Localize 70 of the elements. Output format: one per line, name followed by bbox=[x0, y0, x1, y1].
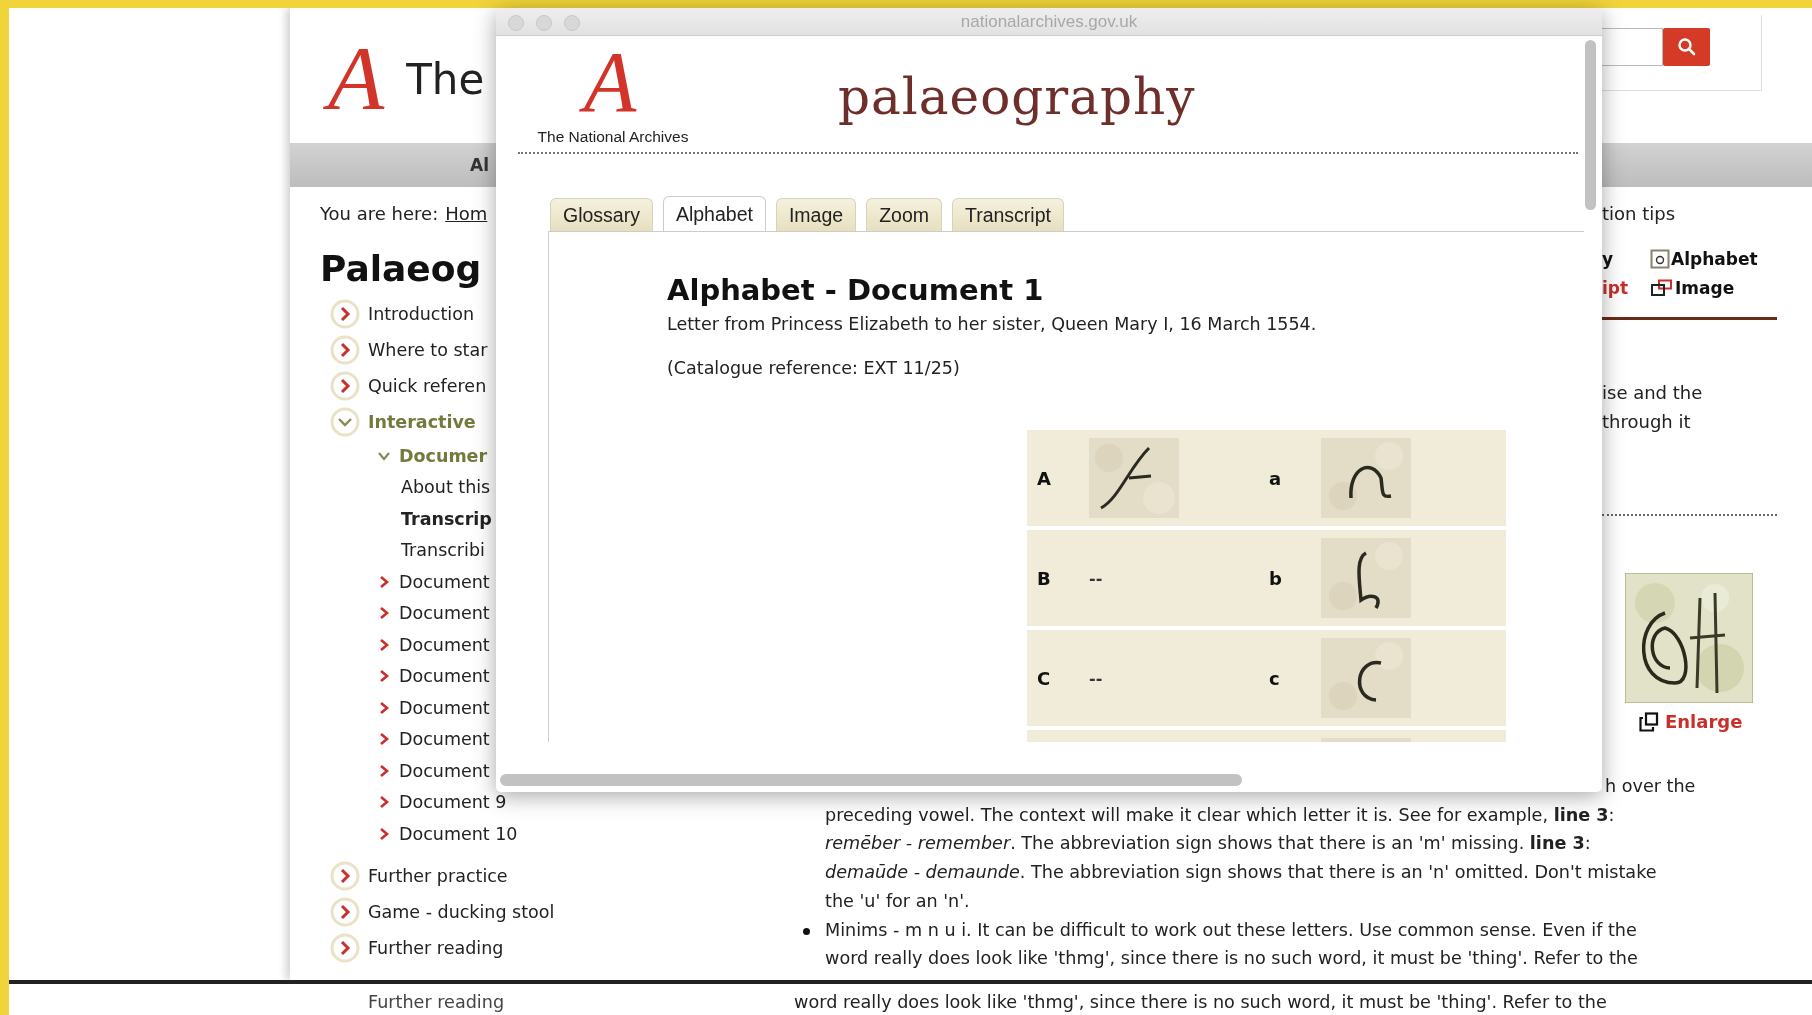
sidebar-link[interactable]: Document bbox=[399, 729, 490, 750]
document-description: Letter from Princess Elizabeth to her sister, Queen Mary I, 16 March 1554. bbox=[667, 314, 1318, 334]
logo-mark: A bbox=[322, 26, 399, 132]
logo-caption: The National Archives bbox=[537, 128, 689, 146]
site-title: palaeography bbox=[838, 68, 1196, 126]
tab[interactable]: Transcript bbox=[952, 198, 1064, 231]
paragraph-line: preceding vowel. The context will make it clear which letter it is. See for example, line 3: bbox=[825, 804, 1615, 825]
sidebar-link[interactable]: Transcribi bbox=[401, 540, 485, 561]
letter-box-icon bbox=[1650, 249, 1670, 269]
sidebar-link[interactable]: Document bbox=[399, 760, 490, 781]
tab[interactable]: Image bbox=[775, 198, 857, 231]
paragraph-line: the 'u' for an 'n'. bbox=[825, 890, 970, 911]
logo-mark: A bbox=[577, 40, 649, 124]
paragraph-line: word really does look like 'thmg', since there is no such word, it must be 'thing'. Refer to the bbox=[794, 991, 1607, 1012]
sidebar-link[interactable]: Document bbox=[399, 634, 490, 655]
letter-cell-text: a bbox=[1269, 467, 1283, 489]
maximize-button[interactable] bbox=[564, 15, 580, 31]
sidebar-link[interactable]: Introduction bbox=[368, 304, 474, 324]
paragraph-line: word really does look like 'thmg', since there is no such word, it must be 'thing'. Refer to the bbox=[825, 948, 1638, 969]
tool-link[interactable]: Alphabet bbox=[1650, 249, 1777, 269]
enlarge-link[interactable]: Enlarge bbox=[1639, 711, 1777, 732]
search-icon bbox=[1676, 37, 1697, 57]
sidebar-link[interactable]: Document 9 bbox=[399, 792, 507, 813]
sidebar-link[interactable]: Transcrip bbox=[401, 508, 492, 529]
catalogue-reference: (Catalogue reference: EXT 11/25) bbox=[667, 358, 961, 378]
empty-marker: -- bbox=[1089, 568, 1103, 588]
text-line: ise and the bbox=[1602, 381, 1704, 405]
paragraph-line: Minims - m n u i. It can be difficult to work out these letters. Use common sense. Even if the bbox=[825, 919, 1637, 940]
window-icon bbox=[1650, 279, 1674, 297]
window-title: nationalarchives.gov.uk bbox=[960, 11, 1138, 32]
nav-link[interactable]: Al bbox=[470, 155, 489, 175]
sidebar-link[interactable]: Documer bbox=[399, 445, 488, 466]
minimize-button[interactable] bbox=[536, 15, 552, 31]
empty-marker: -- bbox=[1089, 668, 1103, 688]
page-heading: Palaeog bbox=[320, 247, 483, 291]
close-button[interactable] bbox=[508, 15, 524, 31]
sidebar-link[interactable]: Document 10 bbox=[399, 823, 518, 844]
document-heading: Alphabet - Document 1 bbox=[667, 273, 1045, 307]
paragraph-line: remēber - remember. The abbreviation sign shows that there is an 'm' missing. line 3: bbox=[825, 833, 1591, 854]
sidebar-link[interactable]: Document bbox=[399, 603, 490, 624]
text-line: h over the bbox=[1605, 775, 1696, 798]
sidebar-link[interactable]: Where to star bbox=[368, 340, 488, 360]
tool-link[interactable]: Image bbox=[1650, 278, 1777, 298]
tool-link[interactable]: y bbox=[1602, 249, 1650, 269]
letter-cell-text: B bbox=[1037, 567, 1052, 589]
sidebar-link[interactable]: About this bbox=[401, 477, 491, 498]
breadcrumb-label: You are here: bbox=[320, 203, 439, 224]
breadcrumb-link[interactable]: Hom bbox=[445, 203, 488, 224]
sidebar-link[interactable]: Further reading bbox=[368, 937, 504, 958]
sidebar-link[interactable]: Document bbox=[399, 697, 490, 718]
sidebar-link[interactable]: Further practice bbox=[368, 865, 508, 886]
letter-cell-text: C bbox=[1037, 667, 1052, 689]
letter-cell-text: b bbox=[1269, 567, 1283, 589]
tab[interactable]: Glossary bbox=[550, 198, 653, 231]
sidebar-link[interactable]: Quick referen bbox=[368, 376, 487, 396]
search-button[interactable] bbox=[1663, 28, 1710, 66]
sidebar-link[interactable]: Interactive bbox=[368, 412, 476, 432]
letter-cell-text: A bbox=[1037, 467, 1052, 489]
paragraph-line: demaūde - demaunde. The abbreviation sign shows that there is an 'n' omitted. Don't mistake bbox=[825, 862, 1657, 883]
panel-title: tion tips bbox=[1602, 203, 1677, 224]
sidebar-link[interactable]: Game - ducking stool bbox=[368, 901, 555, 922]
tool-link[interactable]: ipt bbox=[1602, 278, 1650, 298]
tab[interactable]: Alphabet bbox=[662, 196, 766, 231]
sidebar-link[interactable]: Document bbox=[399, 666, 490, 687]
sidebar-link[interactable]: Document bbox=[399, 571, 490, 592]
text-line: through it bbox=[1602, 410, 1692, 434]
enlarge-icon bbox=[1639, 711, 1659, 732]
letter-cell-text: c bbox=[1269, 667, 1281, 689]
tab[interactable]: Zoom bbox=[866, 198, 942, 231]
logo-text: The bbox=[406, 54, 485, 104]
